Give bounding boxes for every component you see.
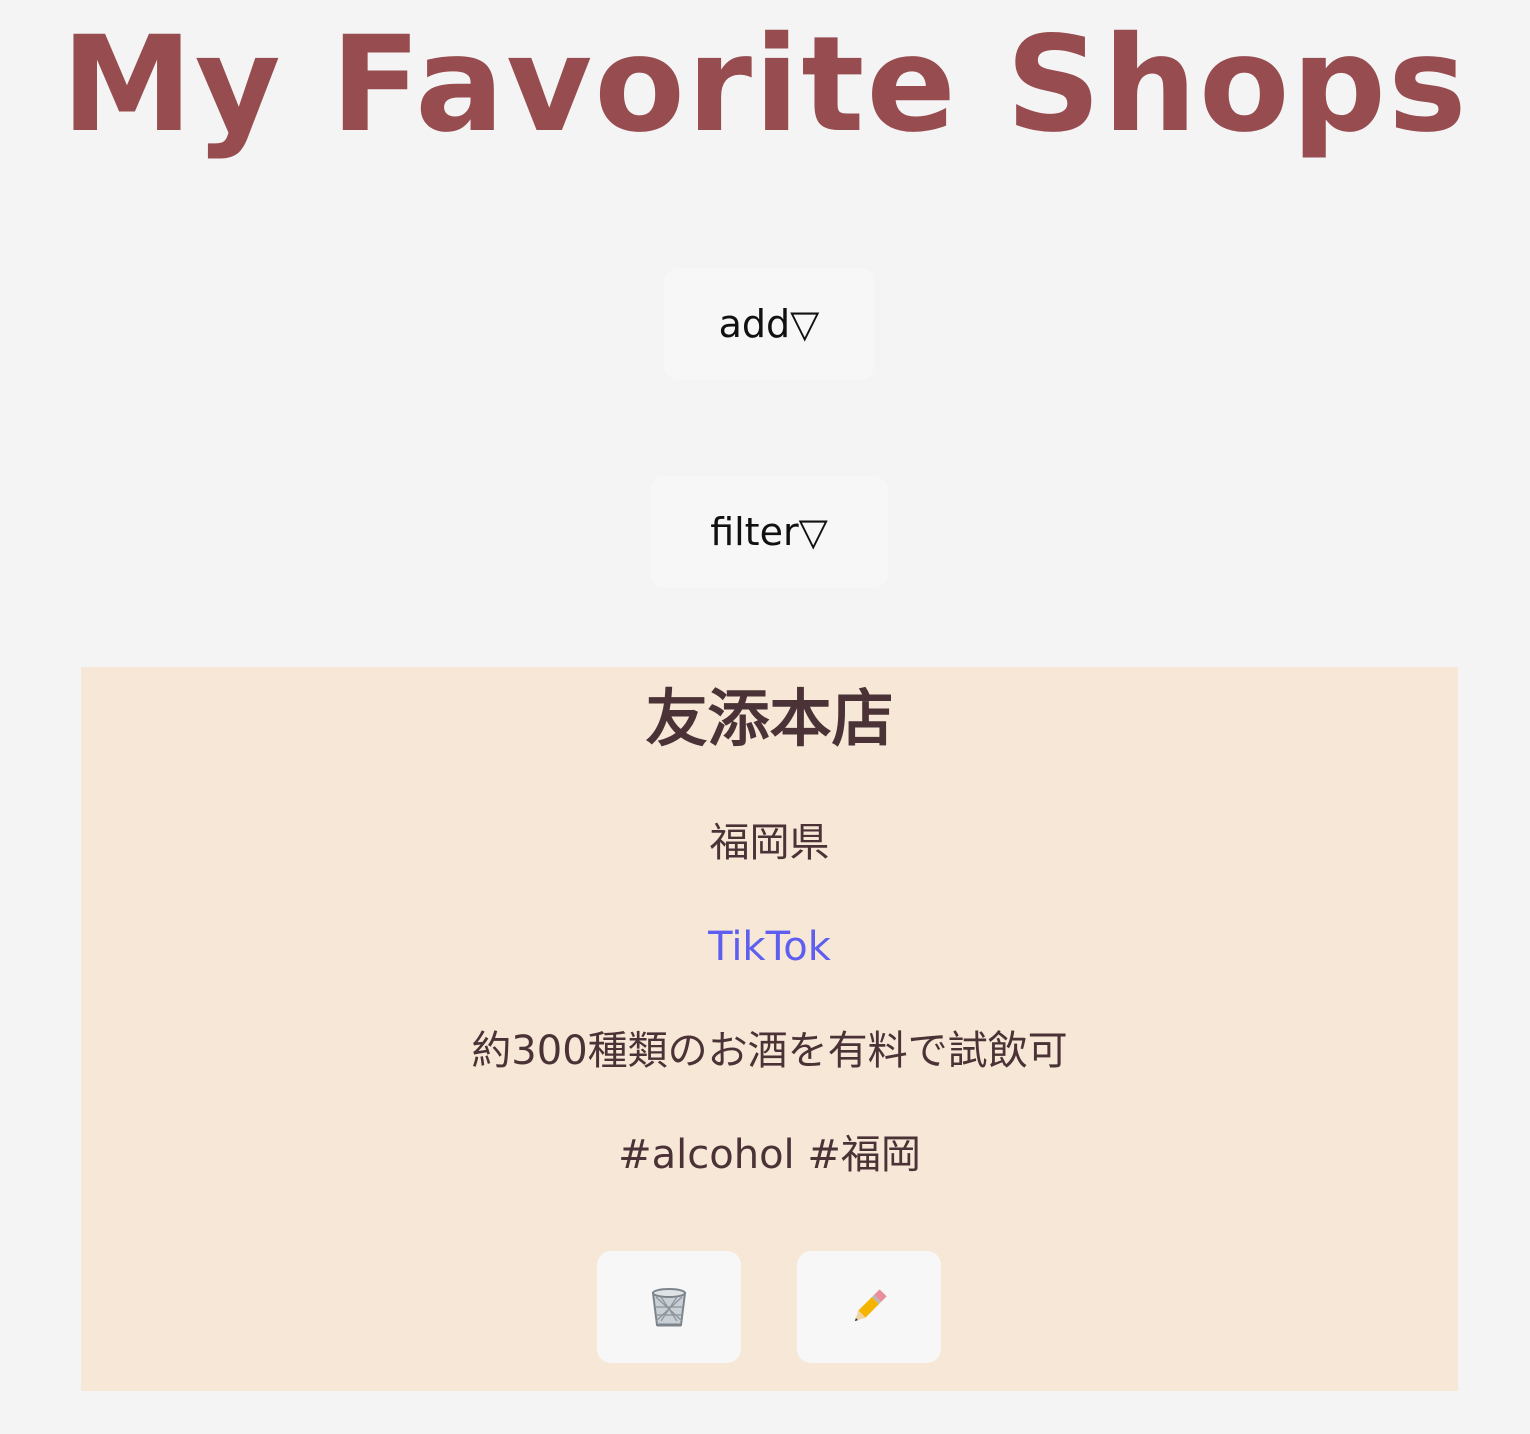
shop-link[interactable]: TikTok [81, 919, 1458, 975]
page-title: My Favorite Shops [61, 8, 1469, 162]
pencil-icon [847, 1285, 891, 1329]
shop-tags: #alcohol #福岡 [618, 1132, 921, 1178]
delete-button[interactable] [597, 1251, 741, 1363]
shop-description: 約300種類のお酒を有料で試飲可 [471, 1028, 1068, 1074]
add-toggle-button[interactable]: add▽ [664, 268, 874, 380]
filter-toggle-button[interactable]: filter▽ [650, 476, 888, 588]
shop-card: 友添本店 福岡県 TikTok 約300種類のお酒を有料で試飲可 #alcoho… [81, 667, 1458, 1391]
shop-prefecture: 福岡県 [709, 820, 830, 866]
page: My Favorite Shops add▽ filter▽ 友添本店 福岡県 … [0, 0, 1530, 1434]
shop-name: 友添本店 [645, 682, 894, 755]
trash-icon [647, 1285, 691, 1329]
edit-button[interactable] [797, 1251, 941, 1363]
